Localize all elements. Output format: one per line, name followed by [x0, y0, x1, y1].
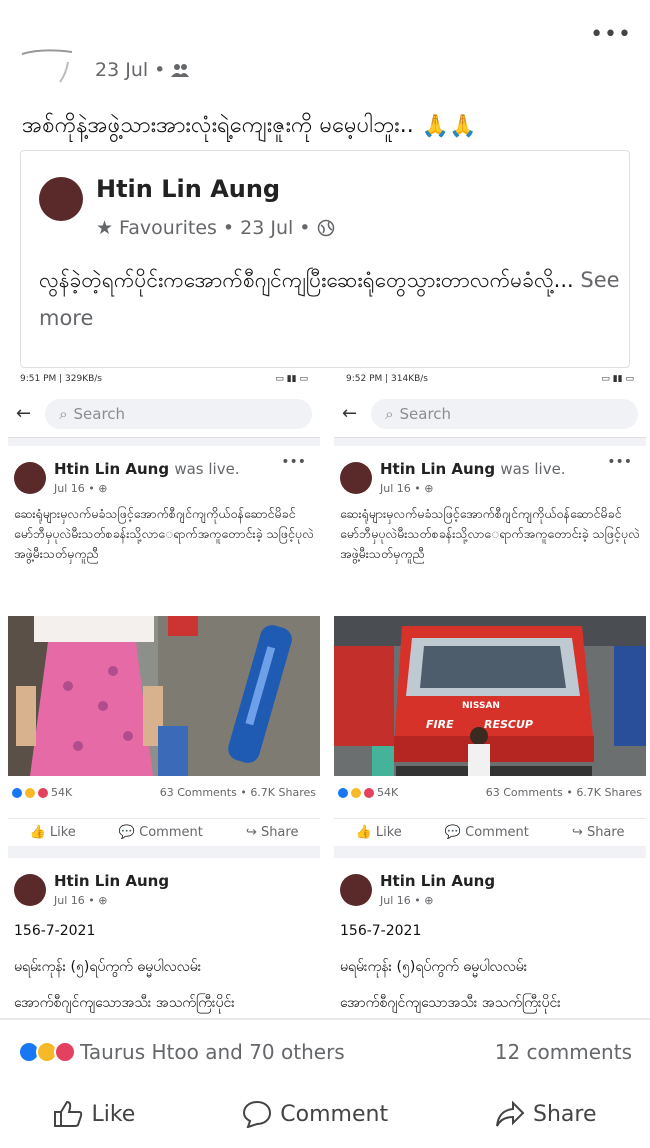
avatar[interactable] — [340, 462, 372, 494]
comment-icon: 💬 — [444, 825, 461, 840]
comment-button[interactable]: Comment — [242, 1100, 388, 1128]
share-button[interactable]: ↪ Share — [572, 825, 625, 840]
truck-brand: NISSAN — [462, 701, 500, 711]
action-bar: Like Comment Share — [0, 1100, 650, 1128]
reactions[interactable]: 54K — [12, 786, 72, 799]
battery-icon: ▭ ▮▮ ▭ — [275, 374, 308, 384]
search-bar: ← ⌕ Search — [334, 390, 646, 438]
facebook-post: ••• 23 Jul • အစ်ကိုနဲ့အဖွဲ့သားအားလုံးရဲ့… — [0, 0, 650, 1148]
search-input[interactable]: ⌕ Search — [45, 398, 312, 429]
comment-button[interactable]: 💬 Comment — [445, 825, 529, 840]
comments-count[interactable]: 12 comments — [495, 1040, 632, 1064]
friends-icon — [171, 64, 190, 77]
post-text: ဆေးရုံများမှလက်မခံသဖြင့်အောက်စီဂျင်ကျကို… — [14, 506, 314, 561]
thumbs-up-icon: 👍 — [29, 825, 46, 840]
post-caption: အစ်ကိုနဲ့အဖွဲ့သားအားလုံးရဲ့ကျေးဇူးကို မမ… — [22, 113, 477, 139]
blurred-avatar — [21, 49, 73, 83]
reactions[interactable]: 54K — [338, 786, 398, 799]
post-author[interactable]: Htin Lin Aung — [380, 872, 495, 890]
post-date: Jul 16 • ⊕ — [54, 482, 108, 495]
comment-icon: 💬 — [118, 825, 135, 840]
love-reaction-icon — [54, 1041, 76, 1063]
star-icon: ★ — [96, 217, 114, 239]
thumbs-up-icon — [54, 1100, 83, 1127]
shared-meta: ★ Favourites • 23 Jul • — [96, 217, 335, 239]
post-date: Jul 16 • ⊕ — [54, 894, 108, 907]
like-button[interactable]: 👍 Like — [30, 825, 76, 840]
more-options-icon[interactable]: ••• — [590, 22, 632, 47]
share-icon — [496, 1100, 525, 1127]
post-text: 156-7-2021 မရမ်းကုန်း (၅)ရပ်ကွက် ဓမ္မပါလ… — [340, 923, 561, 1011]
share-button[interactable]: ↪ Share — [246, 825, 299, 840]
post-author[interactable]: Htin Lin Aung was live. — [54, 460, 240, 478]
text-post-card: Htin Lin Aung Jul 16 • ⊕ 156-7-2021 မရမ်… — [334, 858, 646, 1018]
live-video-thumbnail[interactable] — [8, 616, 320, 776]
post-text: ဆေးရုံများမှလက်မခံသဖြင့်အောက်စီဂျင်ကျကို… — [340, 506, 640, 561]
post-date: Jul 16 • ⊕ — [380, 894, 434, 907]
search-input[interactable]: ⌕ Search — [371, 398, 638, 429]
status-bar: 9:51 PM | 329KB/s ▭ ▮▮ ▭ — [8, 368, 320, 390]
battery-icon: ▭ ▮▮ ▭ — [601, 374, 634, 384]
avatar[interactable] — [340, 874, 372, 906]
left-screenshot: 9:51 PM | 329KB/s ▭ ▮▮ ▭ ← ⌕ Search Htin… — [8, 368, 320, 1018]
post-date: Jul 16 • ⊕ — [380, 482, 434, 495]
truck-label-fire: FIRE — [426, 718, 454, 731]
like-button[interactable]: Like — [53, 1100, 135, 1128]
like-button[interactable]: 👍 Like — [356, 825, 402, 840]
more-options-icon[interactable]: ••• — [607, 454, 632, 470]
post-summary: Taurus Htoo and 70 others 12 comments — [18, 1040, 632, 1064]
right-screenshot: 9:52 PM | 314KB/s ▭ ▮▮ ▭ ← ⌕ Search Htin… — [334, 368, 646, 1018]
truck-label-rescue: RESCUP — [484, 718, 533, 731]
divider — [0, 1018, 650, 1020]
text-post-card: Htin Lin Aung Jul 16 • ⊕ 156-7-2021 မရမ်… — [8, 858, 320, 1018]
share-icon: ↪ — [245, 825, 257, 840]
share-button[interactable]: Share — [495, 1100, 597, 1128]
post-stats: 54K 63 Comments • 6.7K Shares — [12, 786, 316, 799]
post-text: 156-7-2021 မရမ်းကုန်း (၅)ရပ်ကွက် ဓမ္မပါလ… — [14, 923, 235, 1011]
avatar[interactable] — [14, 462, 46, 494]
live-post-card: Htin Lin Aung was live. Jul 16 • ⊕ ••• ဆ… — [8, 446, 320, 846]
fire-truck-thumbnail[interactable]: NISSAN FIRE RESCUP — [334, 616, 646, 776]
post-stats: 54K 63 Comments • 6.7K Shares — [338, 786, 642, 799]
post-actions: 👍 Like 💬 Comment ↪ Share — [334, 818, 646, 840]
post-author[interactable]: Htin Lin Aung was live. — [380, 460, 566, 478]
shared-post[interactable]: Htin Lin Aung ★ Favourites • 23 Jul • လွ… — [20, 150, 630, 368]
reactions-summary[interactable]: Taurus Htoo and 70 others — [18, 1040, 345, 1064]
avatar[interactable] — [14, 874, 46, 906]
post-meta: 23 Jul • — [95, 59, 190, 81]
post-author[interactable]: Htin Lin Aung — [54, 872, 169, 890]
shared-author[interactable]: Htin Lin Aung — [96, 175, 280, 203]
thumbs-up-icon: 👍 — [355, 825, 372, 840]
back-arrow-icon[interactable]: ← — [16, 403, 31, 424]
live-post-card: Htin Lin Aung was live. Jul 16 • ⊕ ••• ဆ… — [334, 446, 646, 846]
more-options-icon[interactable]: ••• — [281, 454, 306, 470]
globe-icon — [317, 219, 334, 237]
avatar[interactable] — [39, 177, 83, 221]
shared-text: လွန်ခဲ့တဲ့ရက်ပိုင်းကအောက်စီဂျင်ကျပြီးဆေး… — [39, 268, 620, 330]
comment-button[interactable]: 💬 Comment — [119, 825, 203, 840]
post-date: 23 Jul — [95, 59, 149, 81]
post-actions: 👍 Like 💬 Comment ↪ Share — [8, 818, 320, 840]
praying-hands-icon: 🙏🙏 — [421, 114, 477, 139]
comment-icon — [243, 1100, 272, 1128]
search-icon: ⌕ — [59, 404, 68, 423]
status-bar: 9:52 PM | 314KB/s ▭ ▮▮ ▭ — [334, 368, 646, 390]
search-icon: ⌕ — [385, 404, 394, 423]
share-icon: ↪ — [571, 825, 583, 840]
search-bar: ← ⌕ Search — [8, 390, 320, 438]
back-arrow-icon[interactable]: ← — [342, 403, 357, 424]
